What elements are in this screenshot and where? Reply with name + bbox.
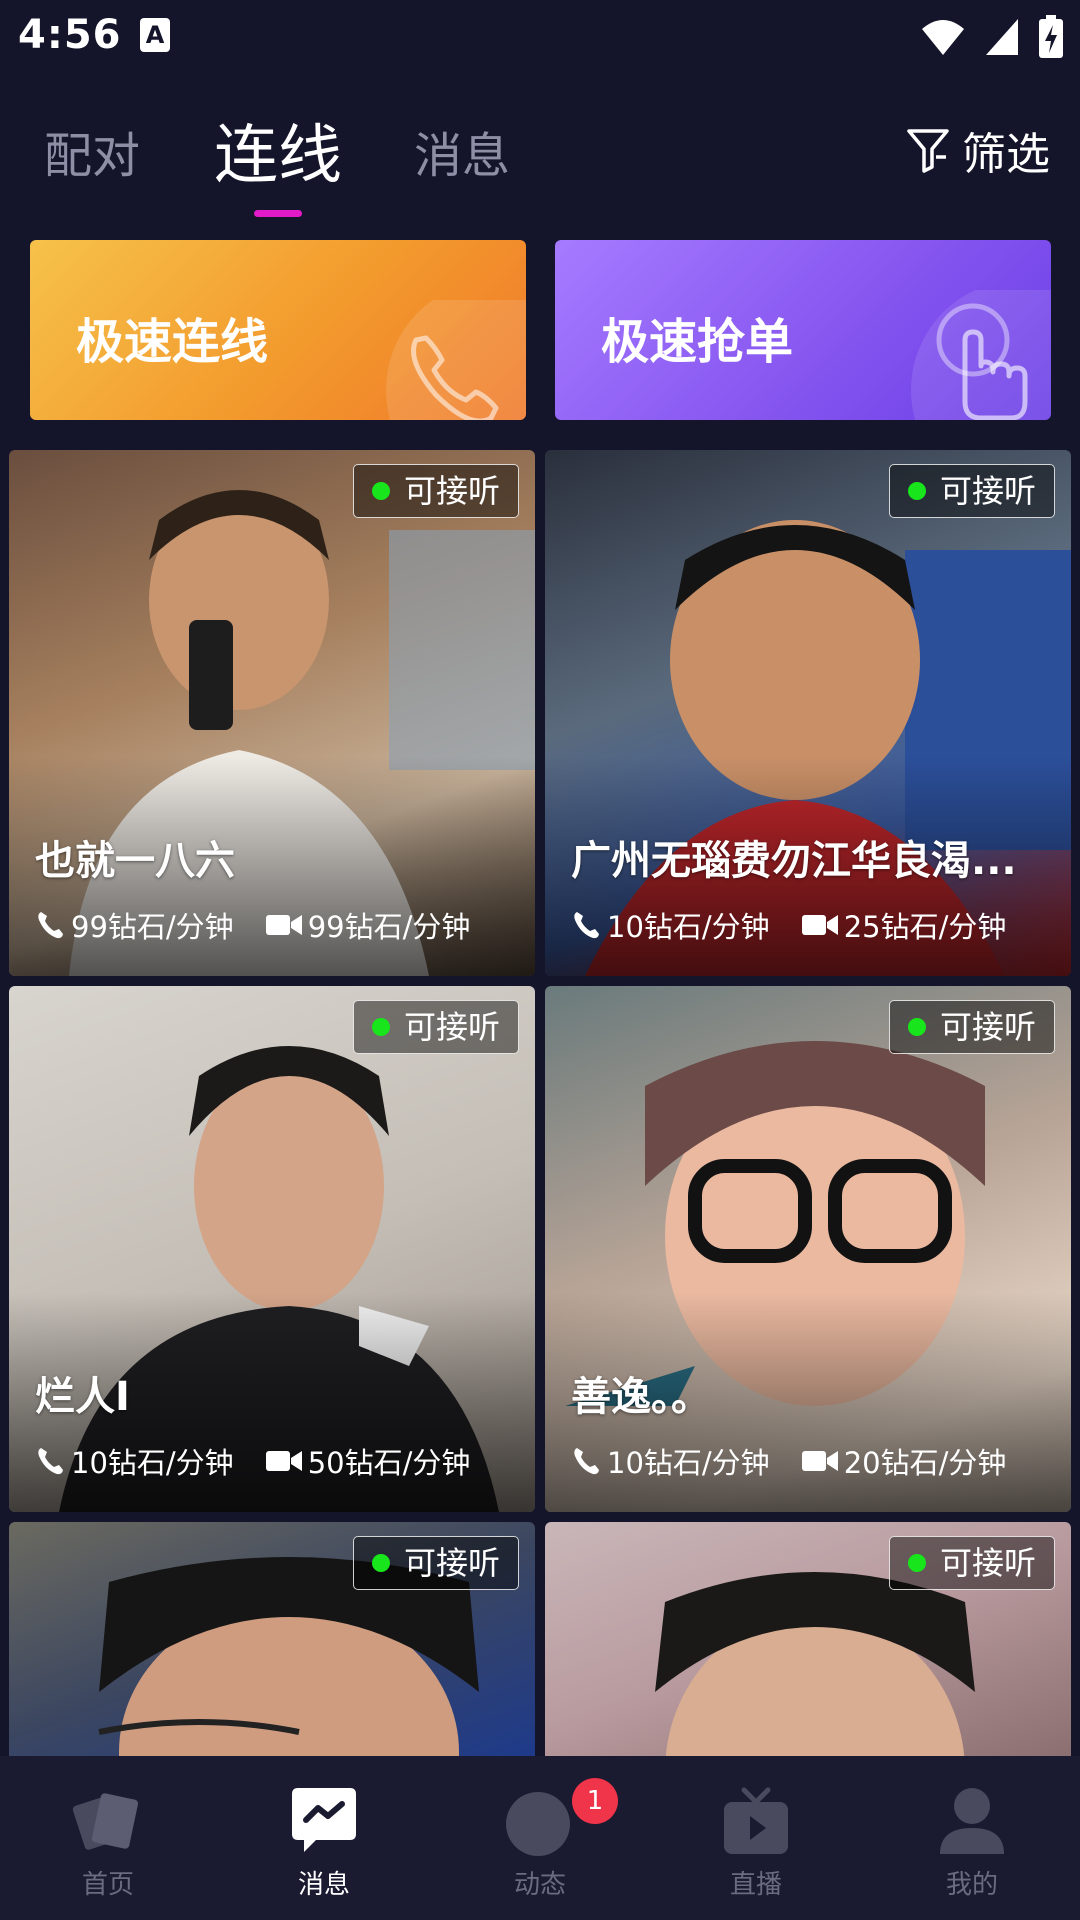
- voice-price: 10钻石/分钟: [35, 1440, 234, 1482]
- user-card[interactable]: 可接听 广州无瑙费勿江华良渴... 10钻石/分钟 25钻石/分钟: [545, 450, 1071, 976]
- nav-moments[interactable]: 1 动态: [432, 1756, 648, 1920]
- video-price-text: 99钻石/分钟: [307, 910, 471, 944]
- voice-price: 99钻石/分钟: [35, 904, 234, 946]
- online-dot: [907, 1554, 926, 1572]
- available-badge: 可接听: [888, 1536, 1055, 1590]
- status-text: 可接听: [939, 472, 1036, 510]
- app-notification-icon: A: [140, 18, 170, 52]
- status-bar: 4:56 A: [0, 0, 1080, 72]
- fast-grab-banner[interactable]: 极速抢单: [555, 240, 1051, 420]
- status-time: 4:56: [18, 12, 122, 58]
- price-row: 10钻石/分钟 50钻石/分钟: [35, 1440, 470, 1482]
- cards-icon: [72, 1793, 139, 1850]
- bottom-nav: 首页 消息 1 动态 直播 我的: [0, 1756, 1080, 1920]
- chat-icon: [292, 1788, 356, 1852]
- filter-button[interactable]: 筛选: [906, 118, 1050, 182]
- phone-icon: [386, 300, 526, 420]
- signal-icon: [986, 19, 1018, 55]
- video-camera-icon: [801, 915, 838, 935]
- filter-label: 筛选: [962, 129, 1050, 180]
- available-badge: 可接听: [352, 1000, 519, 1054]
- video-price-text: 25钻石/分钟: [843, 910, 1007, 944]
- video-camera-icon: [265, 1451, 302, 1471]
- tab-messages[interactable]: 消息: [414, 116, 510, 186]
- nav-moments-label: 动态: [513, 1870, 566, 1900]
- fast-grab-label: 极速抢单: [601, 314, 794, 370]
- user-name: 广州无瑙费勿江华良渴...: [571, 838, 1017, 884]
- user-card[interactable]: 可接听: [9, 1522, 535, 1756]
- available-badge: 可接听: [888, 1000, 1055, 1054]
- voice-price-text: 10钻石/分钟: [607, 910, 770, 944]
- status-text: 可接听: [939, 1544, 1036, 1582]
- user-card[interactable]: 可接听 也就一八六 99钻石/分钟 99钻石/分钟: [9, 450, 535, 976]
- tab-connect[interactable]: 连线: [214, 104, 342, 196]
- nav-profile-label: 我的: [945, 1870, 998, 1900]
- moment-icon: [506, 1792, 570, 1856]
- voice-price: 10钻石/分钟: [571, 904, 770, 946]
- voice-price-text: 10钻石/分钟: [71, 1446, 234, 1480]
- fast-connect-label: 极速连线: [76, 314, 269, 370]
- online-dot: [371, 1554, 390, 1572]
- nav-home[interactable]: 首页: [0, 1756, 216, 1920]
- video-price-text: 50钻石/分钟: [307, 1446, 471, 1480]
- hand-tap-icon: [911, 290, 1051, 420]
- user-card[interactable]: 可接听: [545, 1522, 1071, 1756]
- online-dot: [907, 1018, 926, 1036]
- phone-icon: [38, 1448, 63, 1475]
- filter-icon: [907, 129, 949, 173]
- online-dot: [371, 482, 390, 500]
- video-price: 99钻石/分钟: [265, 904, 471, 946]
- video-camera-icon: [801, 1451, 838, 1471]
- price-row: 99钻石/分钟 99钻石/分钟: [35, 904, 470, 946]
- status-text: 可接听: [403, 1008, 500, 1046]
- nav-home-label: 首页: [81, 1870, 134, 1900]
- tab-pairing[interactable]: 配对: [44, 116, 140, 186]
- profile-icon: [940, 1788, 1004, 1854]
- user-name: 也就一八六: [35, 838, 235, 884]
- video-price: 20钻石/分钟: [801, 1440, 1007, 1482]
- video-price: 50钻石/分钟: [265, 1440, 471, 1482]
- user-name: 烂人I: [35, 1374, 130, 1420]
- available-badge: 可接听: [352, 464, 519, 518]
- voice-price-text: 99钻石/分钟: [71, 910, 234, 944]
- video-price-text: 20钻石/分钟: [843, 1446, 1007, 1480]
- phone-icon: [38, 912, 63, 939]
- nav-messages[interactable]: 消息: [216, 1756, 432, 1920]
- status-text: 可接听: [939, 1008, 1036, 1046]
- voice-price-text: 10钻石/分钟: [607, 1446, 770, 1480]
- video-price: 25钻石/分钟: [801, 904, 1007, 946]
- status-text: 可接听: [403, 1544, 500, 1582]
- video-camera-icon: [265, 915, 302, 935]
- active-tab-indicator: [254, 210, 302, 217]
- user-card[interactable]: 可接听 烂人I 10钻石/分钟 50钻石/分钟: [9, 986, 535, 1512]
- status-icons: [920, 12, 1064, 62]
- nav-profile[interactable]: 我的: [864, 1756, 1080, 1920]
- notification-badge: 1: [572, 1778, 618, 1824]
- phone-icon: [574, 912, 599, 939]
- user-card[interactable]: 可接听 善逸。。 10钻石/分钟 20钻石/分钟: [545, 986, 1071, 1512]
- tv-icon: [724, 1787, 788, 1854]
- price-row: 10钻石/分钟 20钻石/分钟: [571, 1440, 1006, 1482]
- voice-price: 10钻石/分钟: [571, 1440, 770, 1482]
- fast-connect-banner[interactable]: 极速连线: [30, 240, 526, 420]
- wifi-icon: [922, 20, 964, 55]
- online-dot: [907, 482, 926, 500]
- top-tabs: 配对 连线 消息 筛选: [0, 90, 1080, 220]
- online-dot: [371, 1018, 390, 1036]
- available-badge: 可接听: [352, 1536, 519, 1590]
- status-text: 可接听: [403, 472, 500, 510]
- nav-live-label: 直播: [729, 1870, 782, 1900]
- nav-messages-label: 消息: [297, 1870, 350, 1900]
- available-badge: 可接听: [888, 464, 1055, 518]
- user-name: 善逸。。: [571, 1374, 711, 1420]
- battery-charging-icon: [1039, 15, 1063, 58]
- price-row: 10钻石/分钟 25钻石/分钟: [571, 904, 1006, 946]
- nav-live[interactable]: 直播: [648, 1756, 864, 1920]
- phone-icon: [574, 1448, 599, 1475]
